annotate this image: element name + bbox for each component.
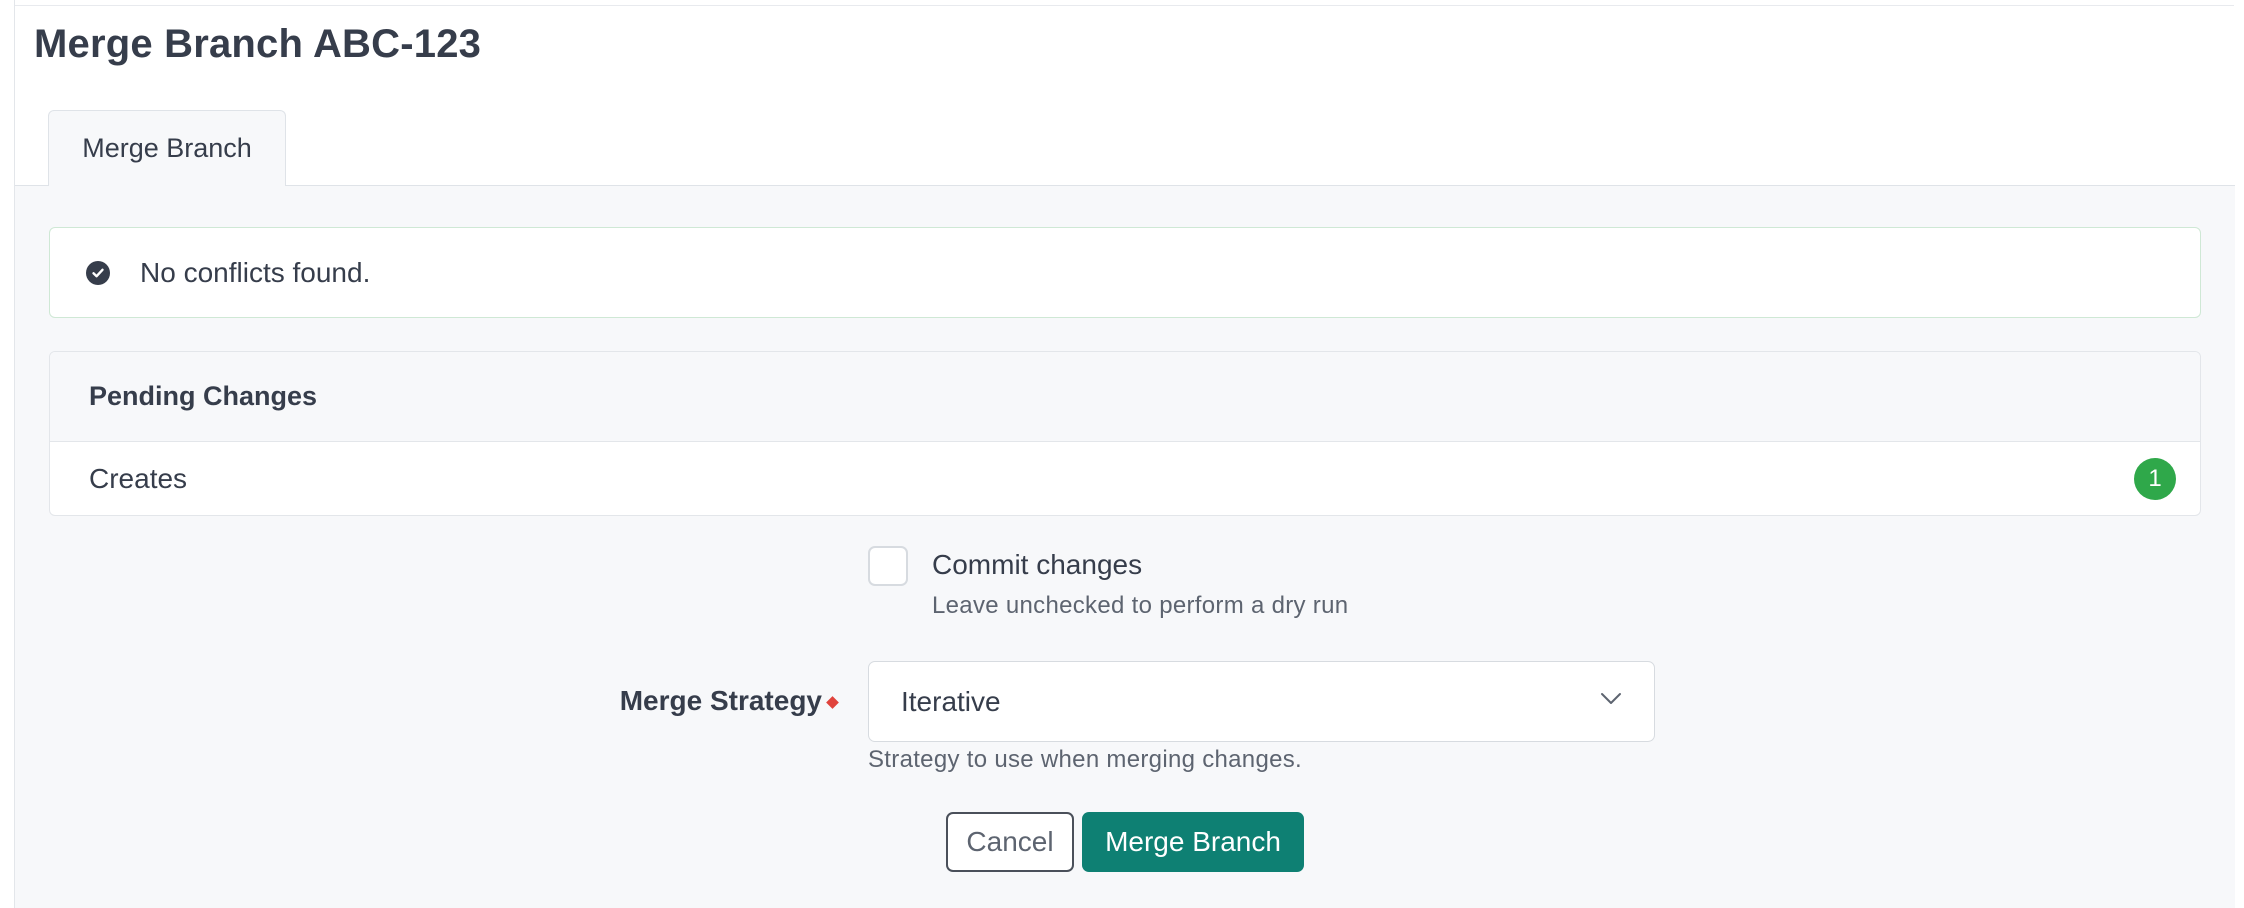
pending-changes-panel: Pending Changes Creates 1 — [49, 351, 2201, 516]
merge-strategy-select[interactable]: Iterative — [868, 661, 1655, 742]
required-indicator — [826, 695, 839, 709]
tab-content: No conflicts found. Pending Changes Crea… — [15, 185, 2235, 908]
merge-strategy-help: Strategy to use when merging changes. — [868, 746, 1303, 773]
success-alert: No conflicts found. — [49, 227, 2201, 318]
commit-changes-field: Commit changes Leave unchecked to perfor… — [868, 546, 1348, 620]
count-badge: 1 — [2134, 458, 2176, 500]
check-circle-icon — [86, 260, 110, 285]
panel-heading: Pending Changes — [50, 352, 2200, 442]
commit-changes-help: Leave unchecked to perform a dry run — [932, 592, 1349, 619]
merge-strategy-label: Merge Strategy — [620, 685, 839, 717]
list-item: Creates 1 — [50, 442, 2200, 515]
page-title: Merge Branch ABC-123 — [34, 22, 482, 66]
tab-merge-branch[interactable]: Merge Branch — [48, 110, 286, 186]
cancel-button[interactable]: Cancel — [946, 812, 1074, 872]
alert-message: No conflicts found. — [140, 256, 371, 288]
commit-changes-checkbox[interactable] — [868, 546, 908, 586]
commit-changes-label[interactable]: Commit changes — [932, 548, 1348, 582]
merge-branch-button[interactable]: Merge Branch — [1082, 812, 1304, 872]
chevron-down-icon — [1600, 692, 1622, 711]
change-type-label: Creates — [89, 463, 188, 494]
merge-strategy-value: Iterative — [901, 685, 1001, 717]
